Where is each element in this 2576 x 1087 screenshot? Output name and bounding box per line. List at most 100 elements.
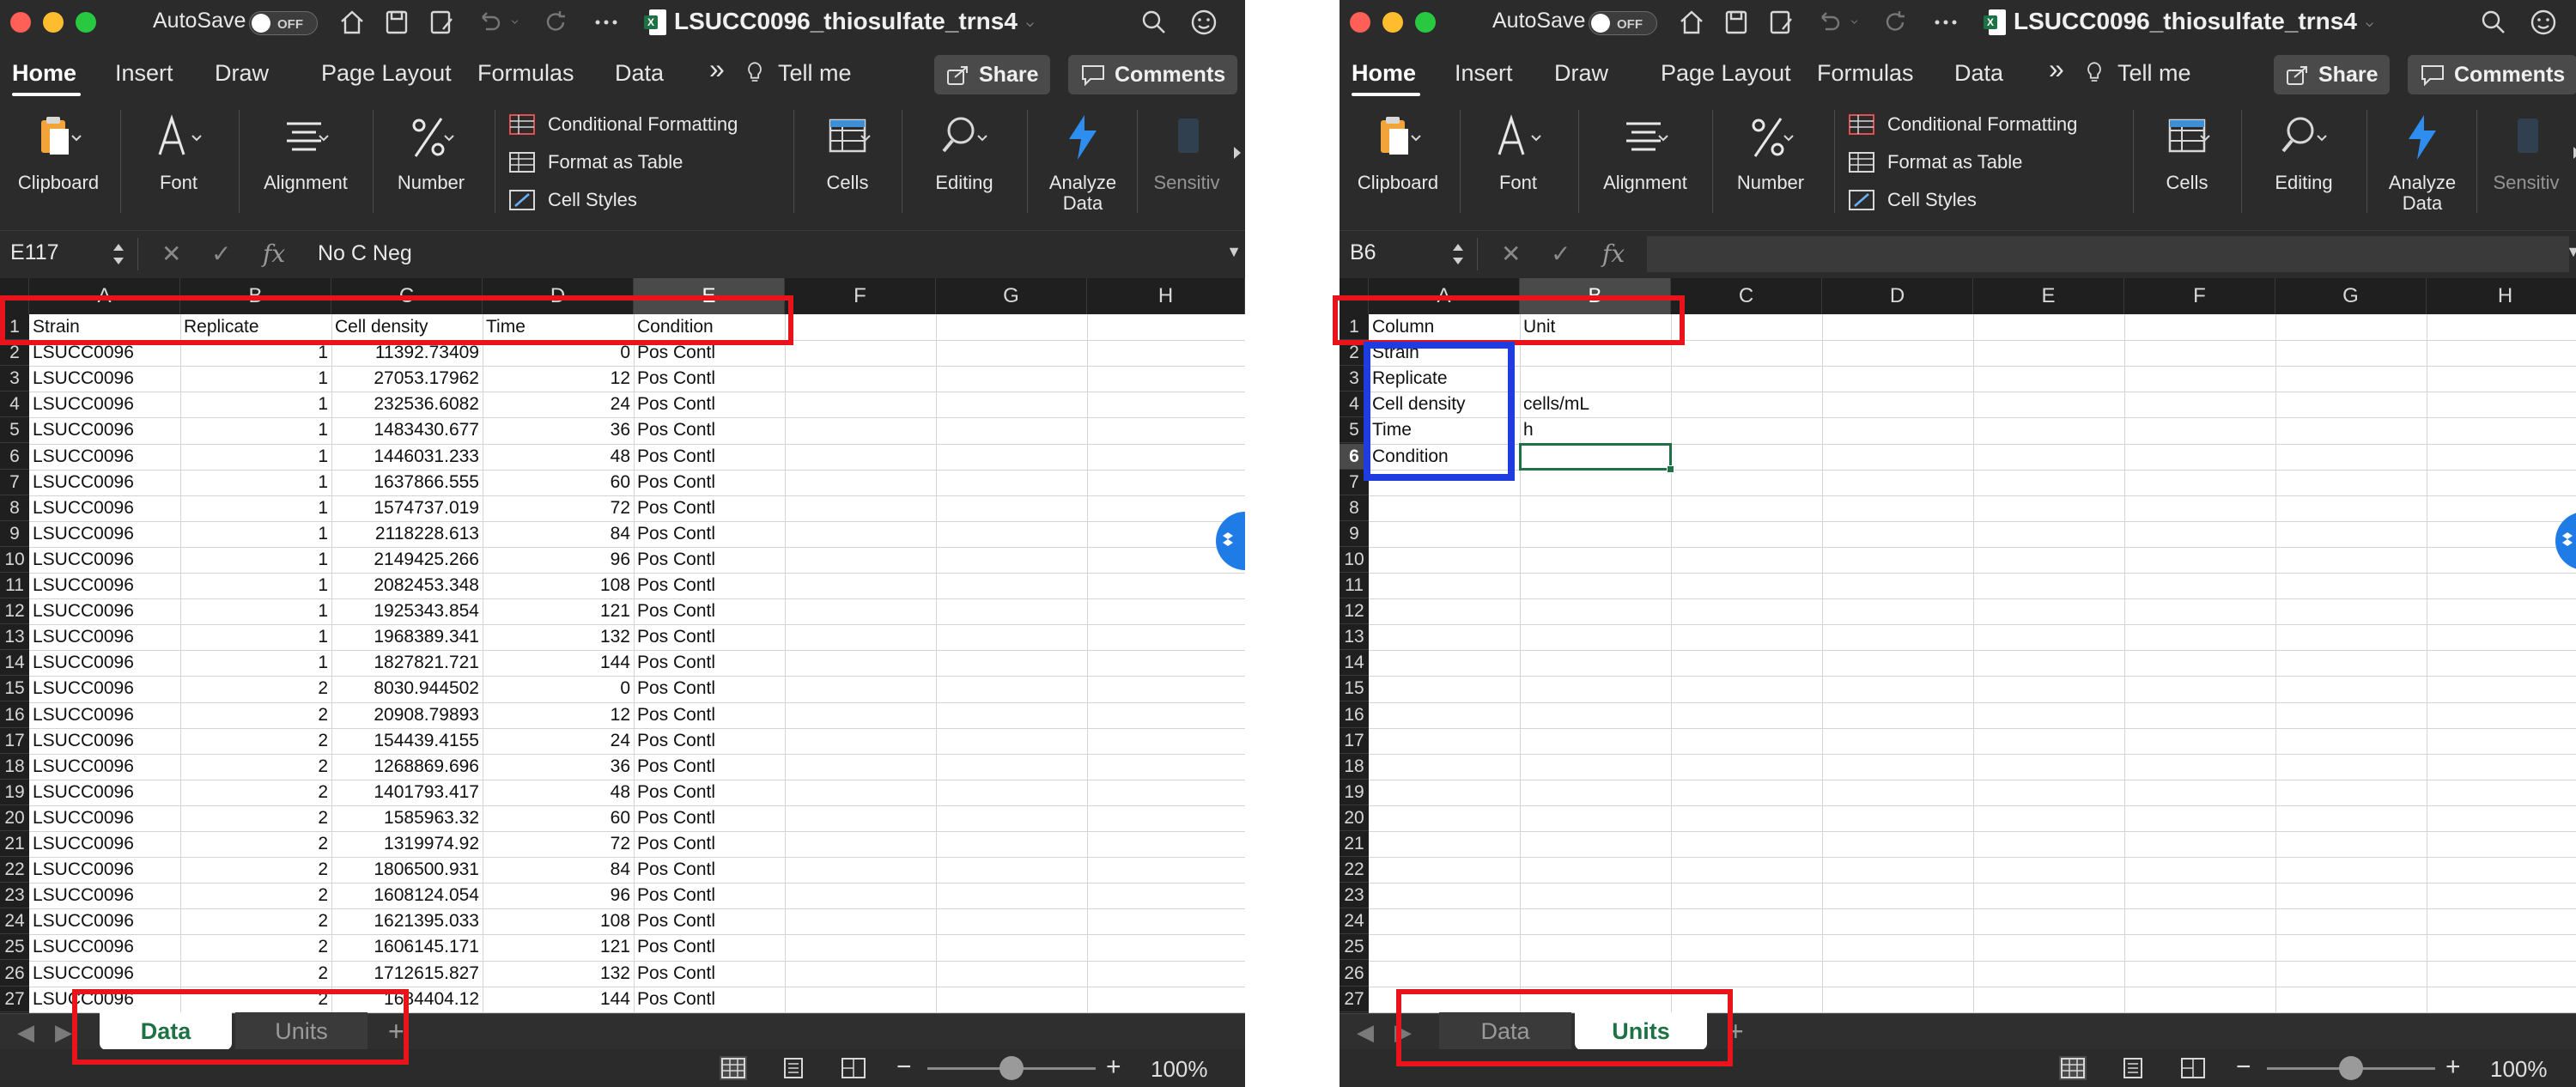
- column-header-h[interactable]: H: [1087, 278, 1245, 314]
- formula-expand-icon[interactable]: ▼: [1226, 243, 1242, 261]
- row-header-11[interactable]: 11: [1340, 573, 1369, 598]
- row-header-25[interactable]: 25: [0, 934, 29, 961]
- data-cell[interactable]: 2118228.613: [331, 521, 483, 547]
- row-header-15[interactable]: 15: [0, 676, 29, 702]
- undo-icon[interactable]: [474, 7, 505, 38]
- document-title[interactable]: LSUCC0096_thiosulfate_trns4: [2014, 8, 2357, 35]
- tab-draw[interactable]: Draw: [1554, 60, 1608, 87]
- normal-view-icon[interactable]: [720, 1056, 747, 1080]
- row-header-6[interactable]: 6: [0, 444, 29, 470]
- data-cell[interactable]: LSUCC0096: [29, 521, 180, 547]
- number-group[interactable]: Number: [1719, 101, 1822, 228]
- data-cell[interactable]: 1574737.019: [331, 495, 483, 521]
- zoom-out-button[interactable]: −: [2236, 1053, 2251, 1082]
- column-header-e[interactable]: E: [634, 278, 785, 314]
- data-cell[interactable]: 1: [180, 470, 331, 495]
- editing-group[interactable]: Editing: [2248, 101, 2360, 228]
- row-header-15[interactable]: 15: [1340, 676, 1369, 702]
- data-cell[interactable]: Pos Contl: [634, 547, 785, 573]
- data-cell[interactable]: 84: [483, 857, 634, 883]
- zoom-in-button[interactable]: +: [2445, 1053, 2461, 1082]
- smiley-feedback-icon[interactable]: [2528, 7, 2559, 38]
- data-cell[interactable]: 2: [180, 934, 331, 960]
- tab-home[interactable]: Home: [1352, 60, 1416, 87]
- data-cell[interactable]: LSUCC0096: [29, 547, 180, 573]
- home-icon[interactable]: [337, 7, 368, 38]
- data-cell[interactable]: 24: [483, 728, 634, 754]
- insert-function-icon[interactable]: fx: [263, 240, 285, 268]
- sheet-tab-units[interactable]: Units: [235, 1012, 368, 1050]
- data-cell[interactable]: 48: [483, 444, 634, 470]
- row-header-19[interactable]: 19: [1340, 780, 1369, 805]
- more-tabs-chevron[interactable]: »: [709, 53, 725, 85]
- data-cell[interactable]: LSUCC0096: [29, 831, 180, 857]
- data-cell[interactable]: 12: [483, 366, 634, 392]
- data-cell[interactable]: Pos Contl: [634, 857, 785, 883]
- data-cell[interactable]: 36: [483, 754, 634, 780]
- data-cell[interactable]: Pos Contl: [634, 831, 785, 857]
- data-cell[interactable]: Pos Contl: [634, 598, 785, 624]
- row-header-10[interactable]: 10: [0, 547, 29, 573]
- row-header-23[interactable]: 23: [1340, 883, 1369, 909]
- data-cell[interactable]: cells/mL: [1520, 392, 1671, 417]
- data-cell[interactable]: LSUCC0096: [29, 780, 180, 805]
- data-cell[interactable]: 1606145.171: [331, 934, 483, 960]
- data-cell[interactable]: 1446031.233: [331, 444, 483, 470]
- data-cell[interactable]: Pos Contl: [634, 961, 785, 987]
- row-header-22[interactable]: 22: [0, 857, 29, 884]
- tab-insert[interactable]: Insert: [115, 60, 173, 87]
- data-cell[interactable]: LSUCC0096: [29, 624, 180, 650]
- data-cell[interactable]: 2: [180, 857, 331, 883]
- row-header-4[interactable]: 4: [0, 392, 29, 418]
- data-cell[interactable]: 1319974.92: [331, 831, 483, 857]
- data-cell[interactable]: LSUCC0096: [29, 934, 180, 960]
- share-button[interactable]: Share: [934, 55, 1051, 94]
- row-header-1[interactable]: 1: [0, 314, 29, 340]
- data-cell[interactable]: 1608124.054: [331, 883, 483, 908]
- save-as-icon[interactable]: [1765, 7, 1796, 38]
- data-cell[interactable]: 1: [180, 417, 331, 443]
- data-cell[interactable]: 1968389.341: [331, 624, 483, 650]
- data-cell[interactable]: Pos Contl: [634, 650, 785, 676]
- more-icon[interactable]: [1930, 7, 1961, 38]
- share-button[interactable]: Share: [2274, 55, 2391, 94]
- minimize-window-button[interactable]: [1382, 12, 1403, 33]
- analyze-data-button[interactable]: Analyze Data: [1036, 101, 1130, 228]
- data-cell[interactable]: 1621395.033: [331, 908, 483, 934]
- save-as-icon[interactable]: [426, 7, 457, 38]
- next-sheet-arrow[interactable]: ▶: [1394, 1019, 1412, 1046]
- data-cell[interactable]: LSUCC0096: [29, 857, 180, 883]
- row-header-24[interactable]: 24: [0, 908, 29, 935]
- row-header-26[interactable]: 26: [0, 961, 29, 987]
- zoom-level[interactable]: 100%: [2490, 1056, 2548, 1083]
- data-cell[interactable]: 60: [483, 805, 634, 831]
- row-header-11[interactable]: 11: [0, 573, 29, 598]
- name-box[interactable]: B6: [1350, 240, 1376, 265]
- data-cell[interactable]: 20908.79893: [331, 702, 483, 728]
- data-cell[interactable]: Pos Contl: [634, 366, 785, 392]
- data-cell[interactable]: h: [1520, 417, 1671, 443]
- column-header-a[interactable]: A: [1369, 278, 1520, 314]
- dropbox-badge[interactable]: [1216, 512, 1245, 570]
- data-cell[interactable]: 72: [483, 495, 634, 521]
- data-cell[interactable]: 144: [483, 987, 634, 1012]
- data-cell[interactable]: Cell density: [1369, 392, 1520, 417]
- data-cell[interactable]: Pos Contl: [634, 987, 785, 1012]
- data-cell[interactable]: [1520, 366, 1671, 392]
- data-cell[interactable]: 121: [483, 598, 634, 624]
- name-box[interactable]: E117: [10, 240, 59, 265]
- dropbox-badge[interactable]: [2555, 512, 2576, 570]
- data-cell[interactable]: 1684404.12: [331, 987, 483, 1012]
- normal-view-icon[interactable]: [2059, 1056, 2087, 1080]
- row-header-10[interactable]: 10: [1340, 547, 1369, 573]
- data-cell[interactable]: 36: [483, 417, 634, 443]
- data-cell[interactable]: 0: [483, 676, 634, 701]
- font-group[interactable]: Font: [127, 101, 230, 228]
- close-window-button[interactable]: [10, 12, 31, 33]
- comments-button[interactable]: Comments: [1068, 55, 1238, 94]
- cell-styles-button[interactable]: Cell Styles: [1844, 187, 2128, 215]
- undo-icon[interactable]: [1814, 7, 1844, 38]
- data-cell[interactable]: 1: [180, 495, 331, 521]
- data-cell[interactable]: 2: [180, 831, 331, 857]
- formula-expand-icon[interactable]: ▼: [2566, 243, 2576, 261]
